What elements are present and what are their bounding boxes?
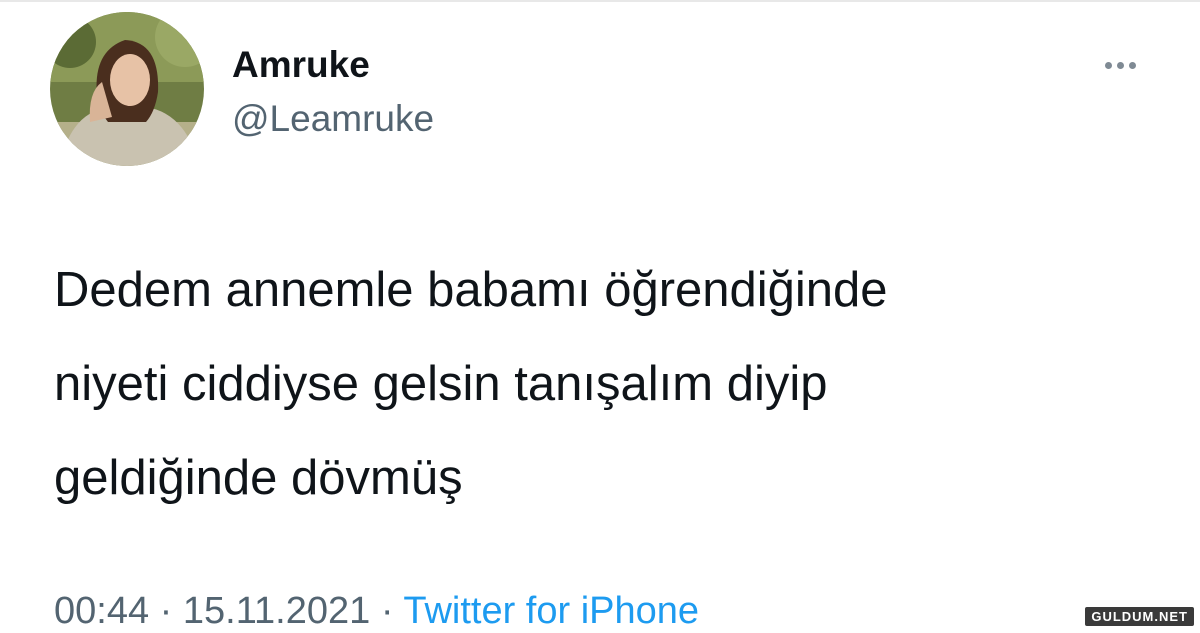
- tweet-date[interactable]: 15.11.2021: [183, 590, 370, 632]
- tweet-source-link[interactable]: Twitter for iPhone: [403, 590, 699, 632]
- more-horizontal-icon-dot: [1128, 61, 1136, 69]
- tweet-text: Dedem annemle babamı öğrendiğinde niyeti…: [54, 263, 888, 505]
- more-horizontal-icon-dot: [1116, 61, 1124, 69]
- avatar[interactable]: [50, 12, 204, 166]
- tweet-time[interactable]: 00:44: [54, 590, 149, 632]
- username-handle[interactable]: @Leamruke: [232, 98, 434, 140]
- more-horizontal-icon: [1104, 61, 1112, 69]
- top-divider: [0, 0, 1200, 2]
- avatar-image: [50, 12, 204, 166]
- tweet-metadata: 00:44 · 15.11.2021 · Twitter for iPhone: [54, 590, 699, 633]
- more-options-button[interactable]: [1092, 52, 1148, 78]
- display-name[interactable]: Amruke: [232, 44, 370, 86]
- meta-separator: ·: [380, 590, 394, 632]
- watermark: GULDUM.NET: [1085, 607, 1194, 626]
- meta-separator: ·: [159, 590, 173, 632]
